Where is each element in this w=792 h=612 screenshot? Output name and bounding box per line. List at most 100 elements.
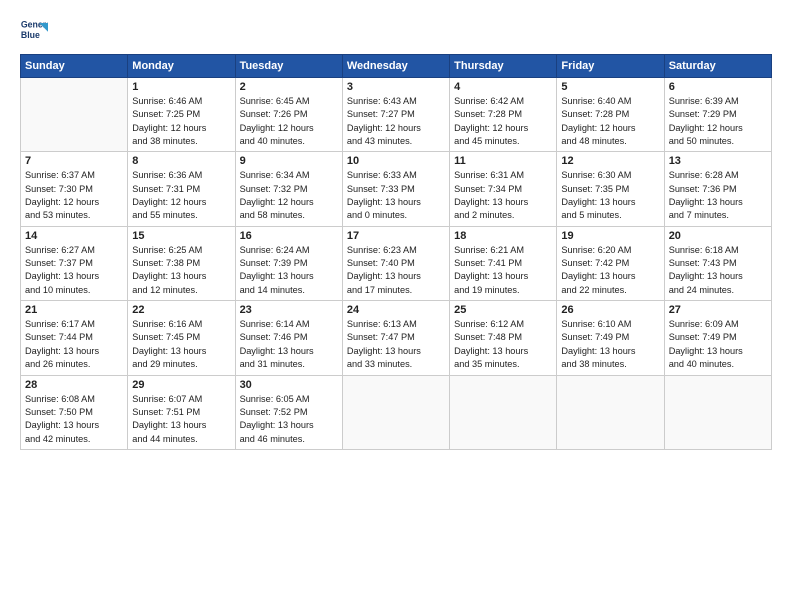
day-info: Sunrise: 6:43 AM Sunset: 7:27 PM Dayligh… xyxy=(347,95,445,148)
day-number: 4 xyxy=(454,81,552,93)
day-info: Sunrise: 6:16 AM Sunset: 7:45 PM Dayligh… xyxy=(132,318,230,371)
calendar-week-row: 14 Sunrise: 6:27 AM Sunset: 7:37 PM Dayli… xyxy=(21,226,772,300)
calendar-cell: 10 Sunrise: 6:33 AM Sunset: 7:33 PM Dayli… xyxy=(342,152,449,226)
calendar-table: SundayMondayTuesdayWednesdayThursdayFrid… xyxy=(20,54,772,450)
calendar-cell xyxy=(557,375,664,449)
day-number: 27 xyxy=(669,304,767,316)
calendar-cell: 2 Sunrise: 6:45 AM Sunset: 7:26 PM Daylig… xyxy=(235,78,342,152)
calendar-cell: 8Sunrise: 6:36 AM Sunset: 7:31 PM Daylig… xyxy=(128,152,235,226)
calendar-cell: 3 Sunrise: 6:43 AM Sunset: 7:27 PM Daylig… xyxy=(342,78,449,152)
day-info: Sunrise: 6:09 AM Sunset: 7:49 PM Dayligh… xyxy=(669,318,767,371)
day-number: 19 xyxy=(561,230,659,242)
calendar-cell: 20 Sunrise: 6:18 AM Sunset: 7:43 PM Dayli… xyxy=(664,226,771,300)
calendar-cell: 30Sunrise: 6:05 AM Sunset: 7:52 PM Dayli… xyxy=(235,375,342,449)
day-info: Sunrise: 6:27 AM Sunset: 7:37 PM Dayligh… xyxy=(25,244,123,297)
day-info: Sunrise: 6:37 AM Sunset: 7:30 PM Dayligh… xyxy=(25,169,123,222)
calendar-cell xyxy=(21,78,128,152)
calendar-cell xyxy=(664,375,771,449)
day-info: Sunrise: 6:08 AM Sunset: 7:50 PM Dayligh… xyxy=(25,393,123,446)
day-number: 18 xyxy=(454,230,552,242)
calendar-cell: 26 Sunrise: 6:10 AM Sunset: 7:49 PM Dayli… xyxy=(557,301,664,375)
calendar-cell: 4 Sunrise: 6:42 AM Sunset: 7:28 PM Daylig… xyxy=(450,78,557,152)
day-info: Sunrise: 6:13 AM Sunset: 7:47 PM Dayligh… xyxy=(347,318,445,371)
calendar-cell: 23 Sunrise: 6:14 AM Sunset: 7:46 PM Dayli… xyxy=(235,301,342,375)
day-info: Sunrise: 6:34 AM Sunset: 7:32 PM Dayligh… xyxy=(240,169,338,222)
calendar-week-row: 1 Sunrise: 6:46 AM Sunset: 7:25 PM Daylig… xyxy=(21,78,772,152)
day-number: 10 xyxy=(347,155,445,167)
day-number: 22 xyxy=(132,304,230,316)
day-number: 12 xyxy=(561,155,659,167)
day-info: Sunrise: 6:14 AM Sunset: 7:46 PM Dayligh… xyxy=(240,318,338,371)
day-info: Sunrise: 6:31 AM Sunset: 7:34 PM Dayligh… xyxy=(454,169,552,222)
day-info: Sunrise: 6:23 AM Sunset: 7:40 PM Dayligh… xyxy=(347,244,445,297)
day-info: Sunrise: 6:07 AM Sunset: 7:51 PM Dayligh… xyxy=(132,393,230,446)
day-number: 11 xyxy=(454,155,552,167)
calendar-cell: 14 Sunrise: 6:27 AM Sunset: 7:37 PM Dayli… xyxy=(21,226,128,300)
day-number: 15 xyxy=(132,230,230,242)
day-info: Sunrise: 6:25 AM Sunset: 7:38 PM Dayligh… xyxy=(132,244,230,297)
day-info: Sunrise: 6:20 AM Sunset: 7:42 PM Dayligh… xyxy=(561,244,659,297)
calendar-week-row: 28 Sunrise: 6:08 AM Sunset: 7:50 PM Dayli… xyxy=(21,375,772,449)
calendar-cell: 15 Sunrise: 6:25 AM Sunset: 7:38 PM Dayli… xyxy=(128,226,235,300)
day-number: 16 xyxy=(240,230,338,242)
day-number: 5 xyxy=(561,81,659,93)
weekday-header-friday: Friday xyxy=(557,55,664,78)
day-info: Sunrise: 6:18 AM Sunset: 7:43 PM Dayligh… xyxy=(669,244,767,297)
calendar-cell: 12 Sunrise: 6:30 AM Sunset: 7:35 PM Dayli… xyxy=(557,152,664,226)
logo-icon: General Blue xyxy=(20,16,48,44)
day-info: Sunrise: 6:17 AM Sunset: 7:44 PM Dayligh… xyxy=(25,318,123,371)
day-info: Sunrise: 6:39 AM Sunset: 7:29 PM Dayligh… xyxy=(669,95,767,148)
day-number: 1 xyxy=(132,81,230,93)
calendar-cell: 7 Sunrise: 6:37 AM Sunset: 7:30 PM Daylig… xyxy=(21,152,128,226)
logo: General Blue xyxy=(20,16,48,44)
calendar-cell: 11 Sunrise: 6:31 AM Sunset: 7:34 PM Dayli… xyxy=(450,152,557,226)
weekday-header-wednesday: Wednesday xyxy=(342,55,449,78)
day-info: Sunrise: 6:42 AM Sunset: 7:28 PM Dayligh… xyxy=(454,95,552,148)
calendar-cell: 27 Sunrise: 6:09 AM Sunset: 7:49 PM Dayli… xyxy=(664,301,771,375)
weekday-header-thursday: Thursday xyxy=(450,55,557,78)
day-info: Sunrise: 6:46 AM Sunset: 7:25 PM Dayligh… xyxy=(132,95,230,148)
weekday-header-saturday: Saturday xyxy=(664,55,771,78)
day-number: 7 xyxy=(25,155,123,167)
day-number: 21 xyxy=(25,304,123,316)
calendar-cell: 22 Sunrise: 6:16 AM Sunset: 7:45 PM Dayli… xyxy=(128,301,235,375)
calendar-week-row: 7 Sunrise: 6:37 AM Sunset: 7:30 PM Daylig… xyxy=(21,152,772,226)
day-number: 28 xyxy=(25,379,123,391)
page: General Blue SundayMondayTuesdayWednesda… xyxy=(0,0,792,612)
calendar-cell: 24 Sunrise: 6:13 AM Sunset: 7:47 PM Dayli… xyxy=(342,301,449,375)
day-number: 13 xyxy=(669,155,767,167)
day-number: 20 xyxy=(669,230,767,242)
day-info: Sunrise: 6:40 AM Sunset: 7:28 PM Dayligh… xyxy=(561,95,659,148)
day-number: 9 xyxy=(240,155,338,167)
weekday-header-monday: Monday xyxy=(128,55,235,78)
calendar-cell xyxy=(450,375,557,449)
day-info: Sunrise: 6:45 AM Sunset: 7:26 PM Dayligh… xyxy=(240,95,338,148)
day-number: 29 xyxy=(132,379,230,391)
day-number: 26 xyxy=(561,304,659,316)
calendar-cell: 16 Sunrise: 6:24 AM Sunset: 7:39 PM Dayli… xyxy=(235,226,342,300)
day-number: 14 xyxy=(25,230,123,242)
day-info: Sunrise: 6:28 AM Sunset: 7:36 PM Dayligh… xyxy=(669,169,767,222)
day-info: Sunrise: 6:24 AM Sunset: 7:39 PM Dayligh… xyxy=(240,244,338,297)
day-info: Sunrise: 6:05 AM Sunset: 7:52 PM Dayligh… xyxy=(240,393,338,446)
calendar-cell xyxy=(342,375,449,449)
day-info: Sunrise: 6:10 AM Sunset: 7:49 PM Dayligh… xyxy=(561,318,659,371)
calendar-cell: 17Sunrise: 6:23 AM Sunset: 7:40 PM Dayli… xyxy=(342,226,449,300)
day-info: Sunrise: 6:30 AM Sunset: 7:35 PM Dayligh… xyxy=(561,169,659,222)
day-info: Sunrise: 6:12 AM Sunset: 7:48 PM Dayligh… xyxy=(454,318,552,371)
calendar-cell: 19 Sunrise: 6:20 AM Sunset: 7:42 PM Dayli… xyxy=(557,226,664,300)
day-number: 2 xyxy=(240,81,338,93)
header: General Blue xyxy=(20,16,772,44)
weekday-header-tuesday: Tuesday xyxy=(235,55,342,78)
calendar-cell: 18Sunrise: 6:21 AM Sunset: 7:41 PM Dayli… xyxy=(450,226,557,300)
day-number: 23 xyxy=(240,304,338,316)
weekday-header-row: SundayMondayTuesdayWednesdayThursdayFrid… xyxy=(21,55,772,78)
day-info: Sunrise: 6:33 AM Sunset: 7:33 PM Dayligh… xyxy=(347,169,445,222)
day-number: 25 xyxy=(454,304,552,316)
day-number: 24 xyxy=(347,304,445,316)
day-number: 3 xyxy=(347,81,445,93)
svg-text:Blue: Blue xyxy=(21,30,40,40)
day-number: 6 xyxy=(669,81,767,93)
day-info: Sunrise: 6:36 AM Sunset: 7:31 PM Dayligh… xyxy=(132,169,230,222)
calendar-cell: 25 Sunrise: 6:12 AM Sunset: 7:48 PM Dayli… xyxy=(450,301,557,375)
